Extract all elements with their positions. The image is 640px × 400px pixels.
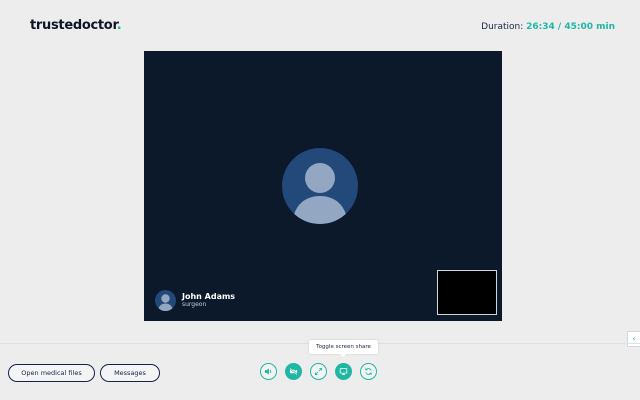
- video-stage: John Adams surgeon: [144, 51, 502, 321]
- logo: trustedoctor.: [30, 18, 122, 33]
- screen-share-tooltip: Toggle screen share: [309, 340, 378, 357]
- open-medical-files-button[interactable]: Open medical files: [8, 364, 95, 382]
- caller-avatar: [155, 290, 176, 311]
- fullscreen-button[interactable]: [310, 363, 327, 380]
- call-duration: Duration: 26:34 / 45:00 min: [481, 22, 615, 32]
- camera-toggle-button[interactable]: [285, 363, 302, 380]
- self-view-video[interactable]: [437, 270, 497, 315]
- fullscreen-icon: [314, 367, 323, 376]
- duration-value: 26:34 / 45:00 min: [526, 22, 615, 32]
- screen-share-icon: [339, 368, 348, 375]
- logo-text: trustedoctor: [30, 18, 117, 33]
- caller-name: John Adams: [182, 292, 236, 301]
- switch-camera-button[interactable]: [360, 363, 377, 380]
- caller-info: John Adams surgeon: [155, 290, 235, 311]
- person-icon: [292, 163, 348, 224]
- volume-button[interactable]: [260, 363, 277, 380]
- screen-share-button[interactable]: [335, 363, 352, 380]
- messages-button[interactable]: Messages: [100, 364, 160, 382]
- caller-role: surgeon: [182, 301, 207, 308]
- chevron-left-icon[interactable]: ‹: [627, 331, 640, 347]
- video-off-icon: [289, 367, 298, 376]
- volume-icon: [264, 368, 272, 375]
- remote-avatar: [282, 148, 358, 224]
- refresh-icon: [364, 368, 373, 375]
- logo-dot: .: [116, 18, 122, 33]
- person-icon: [158, 294, 173, 311]
- duration-label: Duration:: [481, 22, 524, 32]
